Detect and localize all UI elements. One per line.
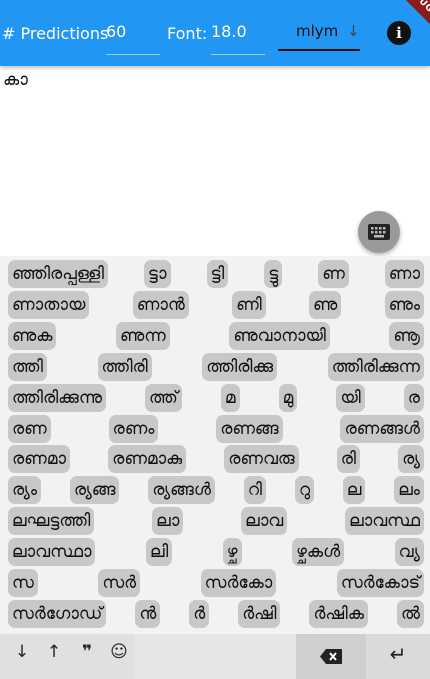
suggestion-chip[interactable]: ണു	[309, 290, 342, 319]
suggestion-chip[interactable]: ത്തിരി	[97, 352, 152, 381]
suggestion-chip[interactable]: രണമാകു	[108, 445, 187, 474]
suggestion-chip[interactable]: ത്തി	[8, 352, 47, 381]
suggestion-chip[interactable]: ണ	[318, 260, 349, 288]
suggestion-chip[interactable]: രണമാ	[8, 445, 70, 474]
suggestion-chip[interactable]: ട്ടു	[264, 260, 283, 288]
suggestion-chip[interactable]: ണുക	[8, 321, 57, 350]
suggestion-chip[interactable]: ട്ടാ	[143, 260, 171, 288]
suggestion-chip[interactable]: മ	[220, 383, 240, 412]
language-value: mlym	[296, 22, 339, 40]
font-label: Font:	[167, 24, 208, 43]
editor-text: കാ	[3, 70, 28, 90]
backspace-button[interactable]	[296, 634, 366, 679]
suggestion-chip[interactable]: ണും	[384, 290, 424, 319]
suggestion-chip[interactable]: ര	[403, 383, 424, 412]
suggestion-chip[interactable]: ലാവ	[241, 507, 288, 536]
suggestion-chip[interactable]: രണം	[108, 414, 159, 443]
predictions-input[interactable]: 60	[106, 22, 160, 55]
suggestion-chip[interactable]: ത്തിരിക്കു	[202, 352, 278, 381]
quote-button[interactable]: ❞	[73, 642, 101, 662]
suggestion-chip[interactable]: യി	[336, 383, 365, 412]
down-arrow-button[interactable]: ↓	[8, 642, 36, 662]
predictions-label: # Predictions	[2, 24, 109, 43]
suggestion-row: ണാതായ ണാൻ ണി ണു ണും	[8, 290, 424, 320]
suggestion-chip[interactable]: വ്യ	[394, 538, 424, 567]
suggestion-chip[interactable]: ർഷി	[238, 599, 281, 628]
suggestion-chip[interactable]: ൻ	[135, 599, 161, 628]
suggestion-chip[interactable]: രണവരു	[224, 445, 299, 474]
suggestion-chip[interactable]: ര്യം	[8, 476, 42, 505]
suggestion-chip[interactable]: ത്തിരിക്കുന്നു	[8, 383, 106, 412]
suggestion-chip[interactable]: മു	[278, 383, 298, 412]
enter-icon: ↵	[389, 642, 407, 666]
suggestion-row: ര്യം ര്യങ്ങ ര്യങ്ങൾ റി റു ല ലം	[8, 475, 424, 505]
suggestion-chip[interactable]: സർകോ	[200, 569, 277, 597]
suggestion-chip[interactable]: ണി	[232, 290, 266, 319]
suggestion-chip[interactable]: ട്ടി	[206, 260, 229, 288]
backspace-icon	[320, 649, 342, 664]
suggestion-chip[interactable]: ലഘട്ടത്തി	[8, 507, 95, 536]
suggestion-chip[interactable]: രണങ്ങൾ	[340, 414, 424, 443]
suggestion-row: സ സർ സർകോ സർകോട്	[8, 568, 424, 598]
suggestion-chip[interactable]: ലാവസ്ഥാ	[8, 538, 96, 567]
suggestion-chip[interactable]: ൽ	[396, 599, 424, 628]
suggestion-chip[interactable]: ണാൻ	[132, 290, 189, 319]
suggestion-row: ത്തിരിക്കുന്നു ത്ത് മ മു യി ര	[8, 383, 424, 413]
suggestion-chip[interactable]: ർഷിക	[309, 599, 368, 628]
suggestion-chip[interactable]: ലി	[145, 538, 173, 567]
suggestion-chip[interactable]: ത്ത്	[145, 383, 182, 412]
suggestion-chip[interactable]: സർ	[98, 569, 141, 597]
dropdown-arrow-icon: ↓	[347, 22, 360, 40]
bottom-toolbar: ↓ ↑ ❞ ☺ ↵	[0, 634, 430, 679]
suggestion-chip[interactable]: ലാവസ്ഥ	[345, 507, 424, 536]
suggestion-row: ലാവസ്ഥാ ലി ഴ്ച ഴ്ചകൾ വ്യ	[8, 537, 424, 567]
suggestion-chip[interactable]: ലാ	[152, 507, 184, 536]
space-bar[interactable]	[134, 634, 296, 679]
suggestion-chip[interactable]: ഴ്ച	[222, 538, 242, 567]
suggestion-chip[interactable]: ണുവാനായി	[229, 321, 330, 350]
suggestion-chip[interactable]: ണാ	[384, 260, 424, 288]
font-size-input[interactable]: 18.0	[211, 22, 265, 55]
suggestion-chip[interactable]: രണ	[8, 414, 51, 443]
suggestion-row: ലഘട്ടത്തി ലാ ലാവ ലാവസ്ഥ	[8, 506, 424, 536]
enter-button[interactable]: ↵	[366, 634, 430, 679]
suggestion-chip[interactable]: റി	[243, 476, 266, 505]
up-arrow-button[interactable]: ↑	[40, 642, 68, 662]
info-icon[interactable]: i	[387, 21, 411, 45]
suggestion-row: ണുക ണുന്ന ണുവാനായി ണൂ	[8, 321, 424, 351]
suggestion-row: ഞ്ഞിരപ്പള്ളി ട്ടാ ട്ടി ട്ടു ണ ണാ	[8, 259, 424, 289]
app-bar: # Predictions 60 Font: 18.0 mlym ↓ i DEB…	[0, 0, 430, 66]
suggestion-chip[interactable]: സർഗോഡ്	[8, 599, 107, 628]
suggestion-row: രണ രണം രണങ്ങ രണങ്ങൾ	[8, 414, 424, 444]
language-dropdown[interactable]: mlym ↓	[278, 22, 360, 51]
suggestion-chip[interactable]: രി	[336, 445, 360, 474]
suggestions-panel: ഞ്ഞിരപ്പള്ളി ട്ടാ ട്ടി ട്ടു ണ ണാ ണാതായ ണാൻ ണി ണു ണ…	[0, 256, 430, 634]
suggestion-chip[interactable]: ലം	[394, 476, 424, 505]
suggestion-chip[interactable]: ണുന്ന	[116, 321, 170, 350]
suggestion-chip[interactable]: ഞ്ഞിരപ്പള്ളി	[8, 260, 108, 288]
suggestion-row: സർഗോഡ് ൻ ർ ർഷി ർഷിക ൽ	[8, 599, 424, 629]
suggestion-chip[interactable]: ഴ്ചകൾ	[291, 538, 345, 567]
keyboard-toggle-button[interactable]	[358, 211, 400, 253]
suggestion-row: ത്തി ത്തിരി ത്തിരിക്കു ത്തിരിക്കുന്ന	[8, 352, 424, 382]
suggestion-row: രണമാ രണമാകു രണവരു രി ര്യ	[8, 444, 424, 474]
suggestion-chip[interactable]: ല	[342, 476, 366, 505]
suggestion-chip[interactable]: ണാതായ	[8, 290, 90, 319]
suggestion-chip[interactable]: റു	[294, 476, 315, 505]
emoji-button[interactable]: ☺	[105, 642, 133, 662]
keyboard-icon	[368, 224, 390, 240]
suggestion-chip[interactable]: ര്യങ്ങ	[69, 476, 120, 505]
suggestion-chip[interactable]: സ	[8, 569, 38, 597]
suggestion-chip[interactable]: രണങ്ങ	[216, 414, 283, 443]
suggestion-chip[interactable]: ർ	[189, 599, 210, 628]
suggestion-chip[interactable]: ണൂ	[389, 321, 424, 350]
suggestion-chip[interactable]: സർകോട്	[336, 569, 424, 597]
suggestion-chip[interactable]: ത്തിരിക്കുന്ന	[327, 352, 424, 381]
suggestion-chip[interactable]: ര്യങ്ങൾ	[148, 476, 215, 505]
suggestion-chip[interactable]: ര്യ	[398, 445, 424, 474]
